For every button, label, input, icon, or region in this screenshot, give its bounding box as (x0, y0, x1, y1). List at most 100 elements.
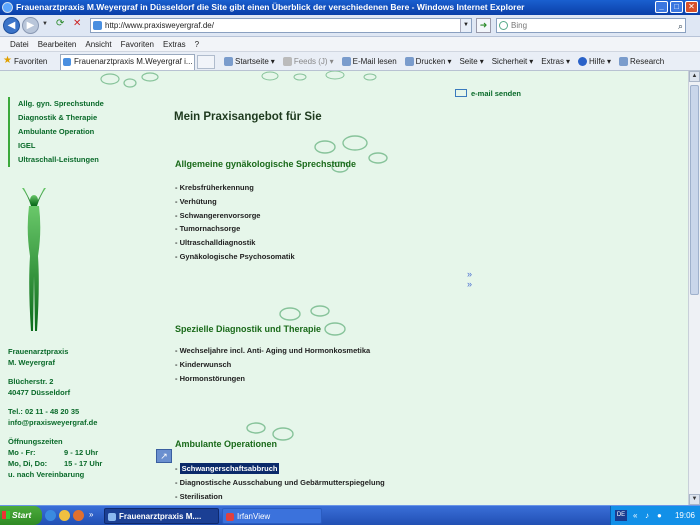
link-arrow-icon: ↗ (156, 449, 172, 463)
taskbar-button-irfanview[interactable]: IrfanView (222, 508, 322, 524)
hours-title: Öffnungszeiten (8, 437, 63, 446)
scroll-down-button[interactable]: ▼ (689, 494, 700, 505)
history-dropdown-icon[interactable]: ▼ (42, 21, 48, 27)
start-button[interactable]: Start (0, 506, 42, 525)
menu-bar: Datei Bearbeiten Ansicht Favoriten Extra… (0, 37, 700, 52)
help-menu-button[interactable]: Hilfe ▾ (577, 55, 611, 68)
back-button[interactable]: ◀ (3, 17, 20, 34)
home-label: Startseite (235, 57, 269, 66)
ie-quicklaunch-icon[interactable] (45, 510, 56, 521)
send-email-link[interactable]: e-mail senden (455, 89, 521, 98)
tray-app-icon[interactable]: ● (657, 506, 662, 525)
firefox-quicklaunch-icon[interactable] (73, 510, 84, 521)
print-button[interactable]: Drucken ▾ (404, 55, 451, 68)
read-mail-button[interactable]: E-Mail lesen (341, 55, 397, 68)
vertical-scrollbar[interactable]: ▲ ▼ (688, 71, 700, 505)
list-item[interactable]: - Gynäkologische Psychosomatik (175, 250, 295, 264)
menu-favoriten[interactable]: Favoriten (121, 40, 154, 49)
envelope-icon (455, 89, 467, 97)
decorative-bubbles (279, 305, 346, 336)
practice-name: Frauenarztpraxis (8, 347, 69, 356)
list-item[interactable]: - Verhütung (175, 195, 295, 209)
quicklaunch-expand-icon[interactable]: » (89, 510, 93, 519)
page-icon (93, 21, 102, 30)
nav-item-diagnostik[interactable]: Diagnostik & Therapie (8, 111, 104, 125)
nav-item-igel[interactable]: IGEL (8, 139, 104, 153)
task-label: IrfanView (237, 512, 271, 521)
list-item[interactable]: - Schwangerenvorsorge (175, 209, 295, 223)
clock: 19:06 (674, 511, 695, 520)
list-item[interactable]: - Sterilisation (175, 490, 385, 504)
menu-help[interactable]: ? (195, 40, 199, 49)
street-address: Blücherstr. 2 (8, 377, 54, 386)
search-input[interactable]: Bing ⌕ (496, 18, 686, 33)
nav-item-ambulante-operation[interactable]: Ambulante Operation (8, 125, 104, 139)
list-item[interactable]: - Ultraschalldiagnostik (175, 236, 295, 250)
contact-email-link[interactable]: info@praxisweyergraf.de (8, 417, 102, 428)
list-item[interactable]: - Kinderwunsch (175, 358, 370, 372)
minimize-button[interactable]: _ (655, 1, 668, 13)
printer-icon (404, 57, 414, 66)
new-tab-button[interactable] (197, 55, 215, 69)
help-icon (577, 57, 587, 66)
stop-icon[interactable]: ✕ (73, 18, 87, 33)
taskbar-button-browser[interactable]: Frauenarztpraxis M.... (104, 508, 219, 524)
ie-icon (108, 513, 116, 521)
menu-bearbeiten[interactable]: Bearbeiten (38, 40, 77, 49)
list-item[interactable]: - Hormonstörungen (175, 372, 370, 386)
favorites-button[interactable]: ★ Favoriten (3, 55, 47, 68)
search-placeholder: Bing (511, 21, 528, 30)
feeds-icon (282, 57, 292, 66)
command-bar: ★ Favoriten Frauenarztpraxis M.Weyergraf… (0, 52, 700, 71)
scroll-up-button[interactable]: ▲ (689, 71, 700, 82)
home-button[interactable]: Startseite ▾ (224, 55, 275, 68)
list-item[interactable]: - Krebsfrüherkennung (175, 181, 295, 195)
page-viewport: Allg. gyn. Sprechstunde Diagnostik & The… (0, 71, 688, 505)
list-item[interactable]: - Wechseljahre incl. Anti- Aging und Hor… (175, 344, 370, 358)
safety-menu-button[interactable]: Sicherheit ▾ (492, 55, 534, 68)
go-button[interactable]: ➜ (476, 18, 491, 33)
list-item[interactable]: - Tumornachsorge (175, 222, 295, 236)
browser-tab[interactable]: Frauenarztpraxis M.Weyergraf i... (60, 54, 195, 70)
feeds-button[interactable]: Feeds (J) ▾ (282, 55, 334, 68)
address-toolbar: ◀ ▶ ▼ ⟳ ✕ http://www.praxisweyergraf.de/… (0, 15, 700, 37)
task-label: Frauenarztpraxis M.... (119, 512, 202, 521)
maximize-button[interactable]: □ (670, 1, 683, 13)
tools-menu-button[interactable]: Extras ▾ (541, 55, 570, 68)
window-title: Frauenarztpraxis M.Weyergraf in Düsseldo… (16, 2, 525, 12)
section-list-sprechstunde: - Krebsfrüherkennung - Verhütung - Schwa… (175, 181, 295, 264)
page-icon (63, 58, 71, 66)
refresh-icon[interactable]: ⟳ (56, 18, 70, 33)
scroll-down-icon[interactable]: » (467, 280, 472, 289)
address-dropdown-icon[interactable]: ▼ (460, 19, 471, 32)
hours-row: Mo - Fr: 9 - 12 Uhr (8, 447, 102, 458)
forward-button[interactable]: ▶ (22, 17, 39, 34)
city-address: 40477 Düsseldorf (8, 388, 71, 397)
list-item[interactable]: - Schwangerschaftsabbruch (175, 462, 385, 476)
favorites-label: Favoriten (14, 57, 48, 66)
research-button[interactable]: Research (619, 55, 664, 68)
page-menu-button[interactable]: Seite ▾ (459, 55, 483, 68)
menu-ansicht[interactable]: Ansicht (85, 40, 111, 49)
nav-item-ultraschall[interactable]: Ultraschall-Leistungen (8, 153, 104, 167)
close-button[interactable]: ✕ (685, 1, 698, 13)
outlook-quicklaunch-icon[interactable] (59, 510, 70, 521)
decorative-bubbles (314, 135, 388, 173)
mail-icon (341, 57, 351, 66)
search-icon[interactable]: ⌕ (678, 20, 683, 33)
list-item[interactable]: - Diagnostische Ausschabung und Gebärmut… (175, 476, 385, 490)
window-controls: _ □ ✕ (655, 1, 698, 13)
address-input[interactable]: http://www.praxisweyergraf.de/ ▼ (90, 18, 472, 33)
menu-extras[interactable]: Extras (163, 40, 186, 49)
scroll-down-icon[interactable]: » (467, 270, 472, 279)
nav-item-sprechstunde[interactable]: Allg. gyn. Sprechstunde (8, 97, 104, 111)
ie-icon (2, 2, 13, 13)
menu-datei[interactable]: Datei (10, 40, 29, 49)
volume-icon[interactable]: ♪ (645, 506, 649, 525)
tray-expand-icon[interactable]: « (633, 506, 637, 525)
scrollbar-thumb[interactable] (690, 85, 699, 295)
research-icon (619, 57, 629, 66)
language-indicator[interactable]: DE (615, 510, 627, 521)
window-title-bar: Frauenarztpraxis M.Weyergraf in Düsseldo… (0, 0, 700, 15)
selected-link[interactable]: Schwangerschaftsabbruch (179, 463, 280, 474)
